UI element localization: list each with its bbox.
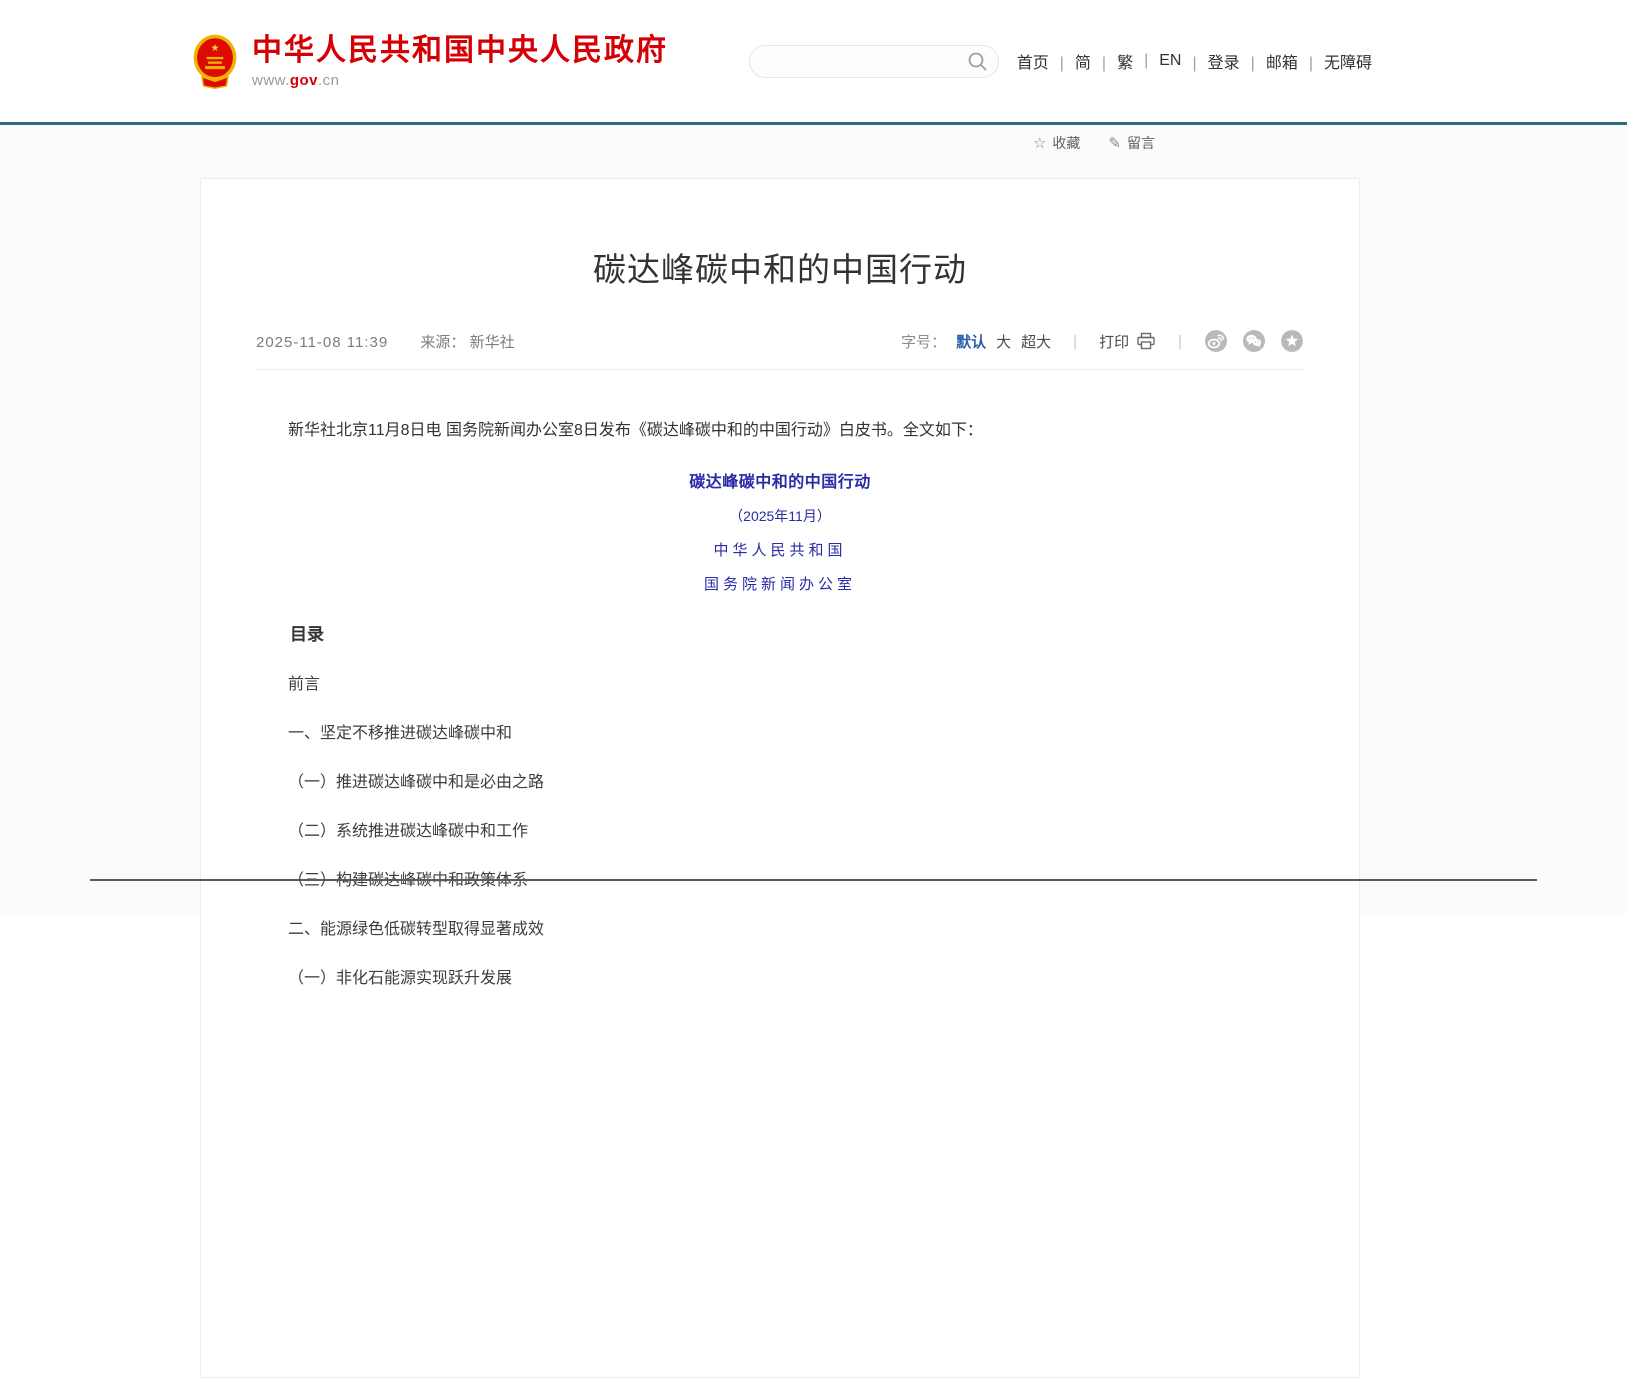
toc-item: 二、能源绿色低碳转型取得显著成效 [256,915,1304,939]
nav-link[interactable]: 简 [1049,49,1091,73]
print-label: 打印 [1099,331,1129,352]
favorite-button[interactable]: ☆ 收藏 [1033,133,1080,153]
toc-item: 一、坚定不移推进碳达峰碳中和 [256,719,1304,743]
fontsize-large-button[interactable]: 大 [996,331,1011,352]
toc-list: 前言一、坚定不移推进碳达峰碳中和 （一）推进碳达峰碳中和是必由之路 （二）系统推进碳… [256,670,1304,988]
toc-heading: 目录 [256,620,1304,645]
fontsize-xlarge-button[interactable]: 超大 [1021,331,1051,352]
article-card: 碳达峰碳中和的中国行动 2025-11-08 11:39 来源： 新华社 字号：… [200,178,1360,1378]
separator: | [1178,333,1182,350]
site-header: ★ 中华人民共和国中央人民政府 www.gov.cn 首页简繁E [0,0,1627,122]
comment-button[interactable]: ✎ 留言 [1108,133,1155,153]
share-buttons [1204,329,1304,353]
nav-link[interactable]: 无障碍 [1298,49,1372,73]
comment-label: 留言 [1127,133,1155,153]
article-title: 碳达峰碳中和的中国行动 [256,243,1304,291]
page-tools: ☆ 收藏 ✎ 留言 [1033,133,1155,153]
article-meta: 2025-11-08 11:39 来源： 新华社 字号： 默认 大 超大 | 打… [256,329,1304,353]
toc-item: （一）非化石能源实现跃升发展 [256,964,1304,988]
document-title: 碳达峰碳中和的中国行动 [256,468,1304,492]
svg-text:★: ★ [211,42,220,53]
printer-icon [1136,332,1156,350]
toc-item: （一）推进碳达峰碳中和是必由之路 [256,768,1304,792]
nav-link[interactable]: 邮箱 [1240,49,1298,73]
search-box [749,45,999,78]
national-emblem-icon: ★ [192,34,238,89]
site-title: 中华人民共和国中央人民政府 [252,34,668,67]
search-icon[interactable] [967,51,988,72]
article-lead-paragraph: 新华社北京11月8日电 国务院新闻办公室8日发布《碳达峰碳中和的中国行动》白皮书… [256,418,1304,444]
site-url: www.gov.cn [252,72,668,89]
meta-divider [256,369,1304,370]
article-source: 来源： 新华社 [420,334,514,351]
fontsize-label: 字号： [901,331,946,352]
wechat-share-icon[interactable] [1242,329,1266,353]
fontsize-default-button[interactable]: 默认 [956,331,986,352]
print-button[interactable]: 打印 [1099,331,1156,352]
nav-link[interactable]: EN [1133,52,1181,70]
publish-date: 2025-11-08 11:39 [256,334,388,351]
pencil-icon: ✎ [1108,134,1121,152]
document-heading-block: 碳达峰碳中和的中国行动 （2025年11月） 中华人民共和国 国务院新闻办公室 [256,468,1304,594]
document-org-line2: 国务院新闻办公室 [256,573,1304,594]
qzone-share-icon[interactable] [1280,329,1304,353]
nav-link[interactable]: 繁 [1091,49,1133,73]
star-icon: ☆ [1033,134,1046,152]
toc-item: 前言 [256,670,1304,694]
document-org-line1: 中华人民共和国 [256,539,1304,560]
site-logo-link[interactable]: ★ 中华人民共和国中央人民政府 www.gov.cn [192,34,668,89]
site-brand-text: 中华人民共和国中央人民政府 www.gov.cn [252,34,668,89]
toc-item: （三）构建碳达峰碳中和政策体系 [256,866,1304,890]
page-content: ☆ 收藏 ✎ 留言 碳达峰碳中和的中国行动 2025-11-08 11:39 来… [0,125,1627,915]
separator: | [1073,333,1077,350]
nav-link[interactable]: 登录 [1181,49,1239,73]
weibo-share-icon[interactable] [1204,329,1228,353]
document-date: （2025年11月） [256,506,1304,526]
top-nav: 首页简繁EN登录邮箱无障碍 [1017,49,1372,73]
search-input[interactable] [749,45,999,78]
footer-top-border [90,879,1537,881]
toc-item: （二）系统推进碳达峰碳中和工作 [256,817,1304,841]
nav-link[interactable]: 首页 [1017,49,1049,73]
favorite-label: 收藏 [1052,133,1080,153]
